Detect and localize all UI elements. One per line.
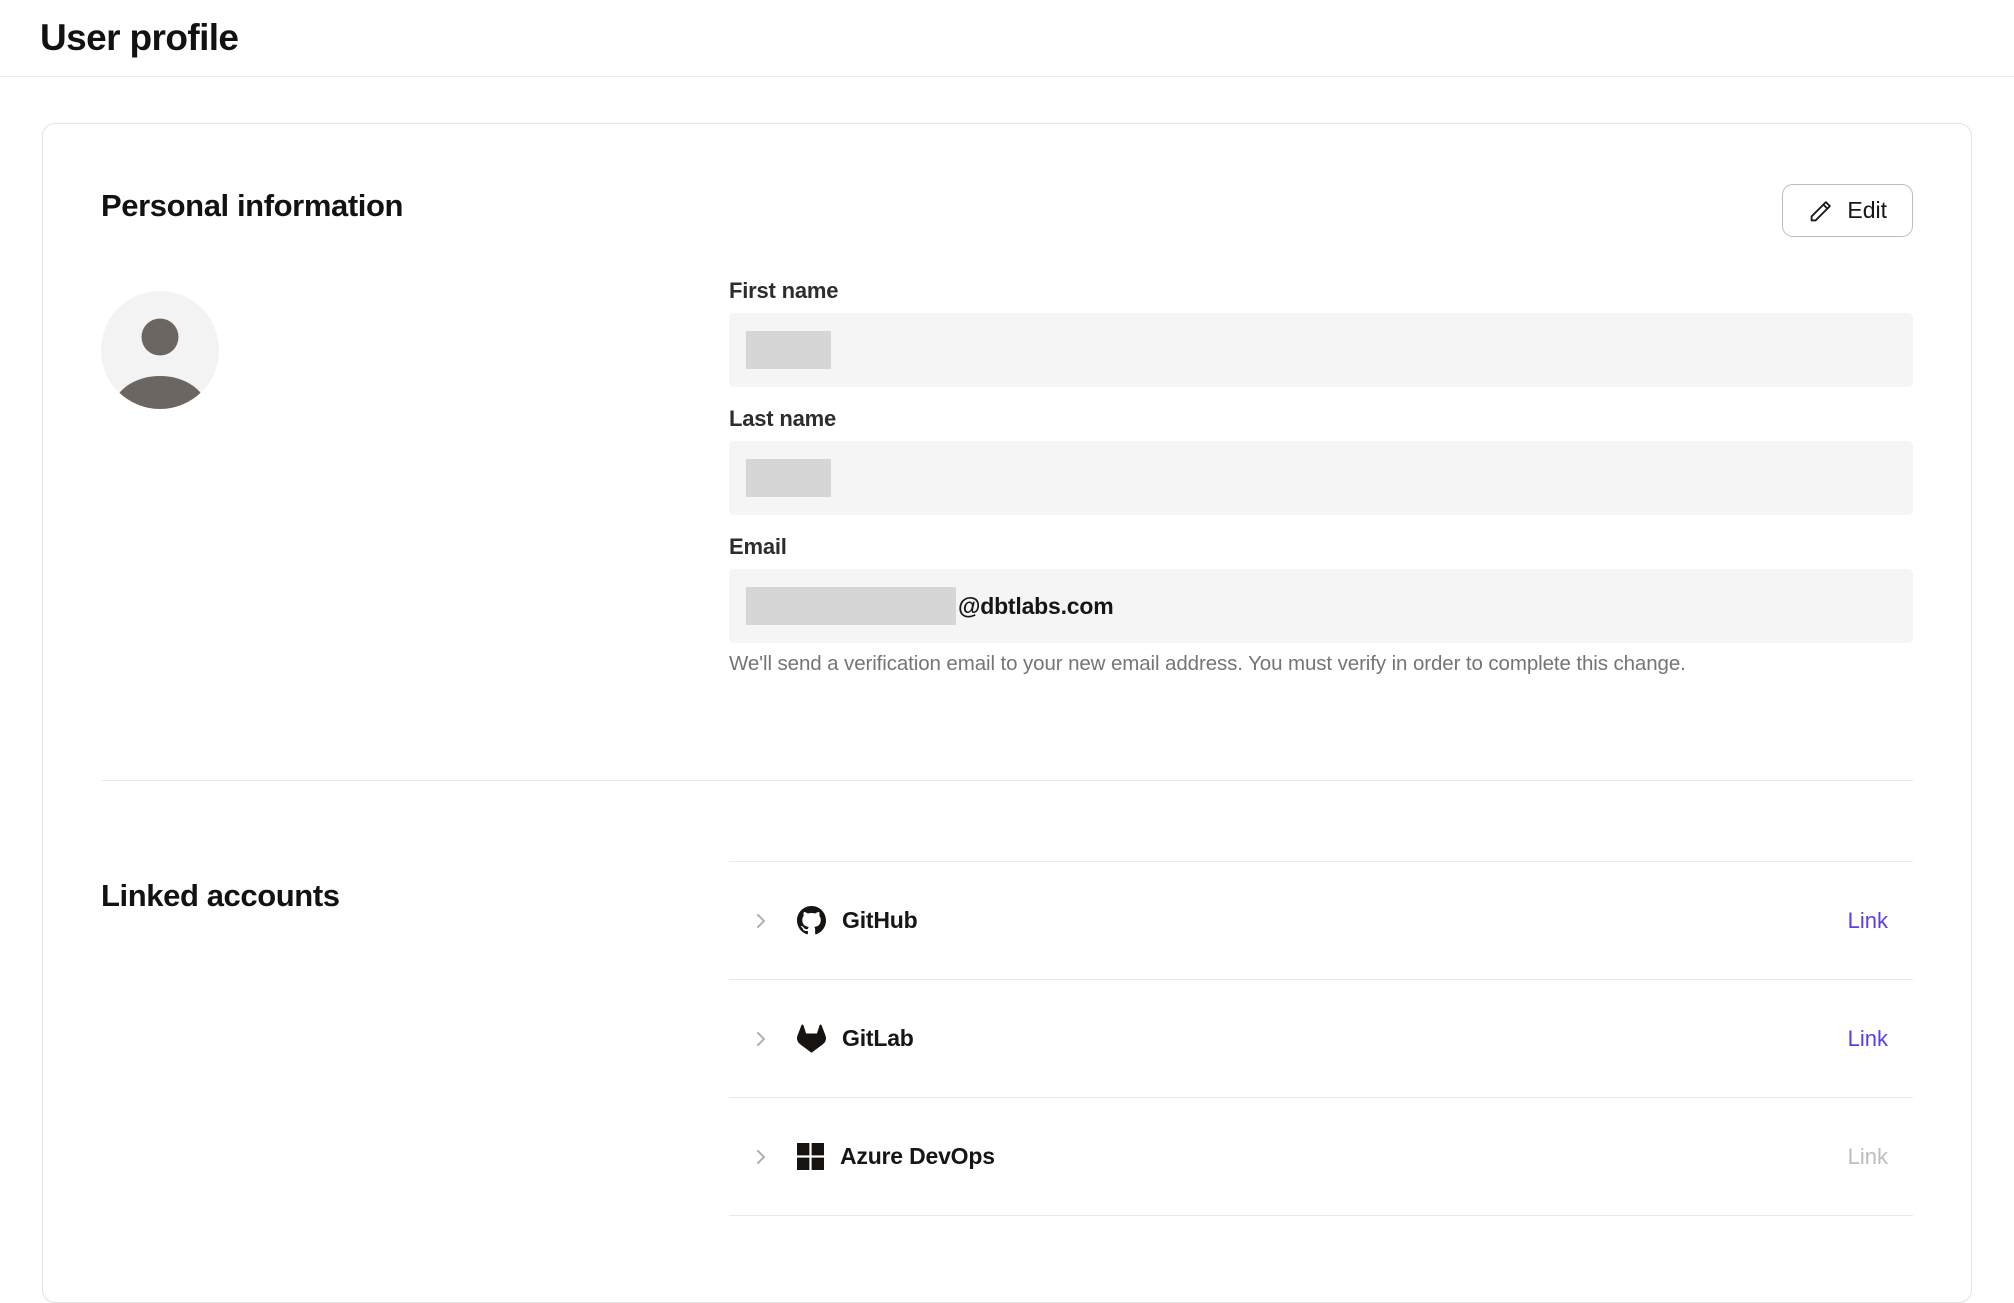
provider-name: GitHub — [842, 907, 917, 934]
chevron-right-icon[interactable] — [749, 1145, 773, 1169]
profile-card: Personal information Edit First name — [42, 123, 1972, 1303]
chevron-right-icon[interactable] — [749, 1027, 773, 1051]
first-name-group: First name — [729, 277, 1913, 387]
chevron-right-icon[interactable] — [749, 909, 773, 933]
page-header: User profile — [0, 0, 2014, 77]
last-name-label: Last name — [729, 405, 1913, 432]
last-name-field[interactable] — [729, 441, 1913, 515]
edit-button-label: Edit — [1847, 197, 1887, 224]
email-group: Email @dbtlabs.com We'll send a verifica… — [729, 533, 1913, 676]
first-name-redacted-value — [746, 331, 831, 369]
email-domain-suffix: @dbtlabs.com — [958, 593, 1114, 620]
pencil-icon — [1808, 198, 1834, 224]
linked-account-row-azure-devops: Azure DevOps Link — [729, 1098, 1913, 1216]
github-icon — [797, 906, 826, 935]
linked-accounts-heading: Linked accounts — [101, 878, 729, 914]
linked-accounts-list: GitHub Link GitLab Link — [729, 861, 1913, 1216]
page-title: User profile — [40, 17, 238, 59]
linked-accounts-heading-column: Linked accounts — [101, 781, 729, 1216]
email-label: Email — [729, 533, 1913, 560]
personal-information-heading: Personal information — [101, 188, 403, 224]
avatar-column — [101, 277, 729, 694]
email-helper-text: We'll send a verification email to your … — [729, 652, 1913, 676]
last-name-redacted-value — [746, 459, 831, 497]
gitlab-icon — [797, 1024, 826, 1053]
edit-button[interactable]: Edit — [1782, 184, 1913, 237]
personal-info-fields: First name Last name Email @dbtlabs.com … — [729, 277, 1913, 694]
first-name-field[interactable] — [729, 313, 1913, 387]
provider-name: GitLab — [842, 1025, 914, 1052]
azure-devops-icon — [797, 1143, 824, 1170]
provider-name: Azure DevOps — [840, 1143, 995, 1170]
github-link-action[interactable]: Link — [1848, 908, 1913, 934]
last-name-group: Last name — [729, 405, 1913, 515]
azure-devops-link-action: Link — [1848, 1144, 1913, 1170]
linked-account-row-gitlab: GitLab Link — [729, 980, 1913, 1098]
avatar — [101, 291, 219, 409]
linked-account-row-github: GitHub Link — [729, 862, 1913, 980]
email-field[interactable]: @dbtlabs.com — [729, 569, 1913, 643]
email-redacted-value — [746, 587, 956, 625]
gitlab-link-action[interactable]: Link — [1848, 1026, 1913, 1052]
avatar-shoulders — [113, 376, 207, 409]
avatar-head — [142, 319, 179, 356]
first-name-label: First name — [729, 277, 1913, 304]
